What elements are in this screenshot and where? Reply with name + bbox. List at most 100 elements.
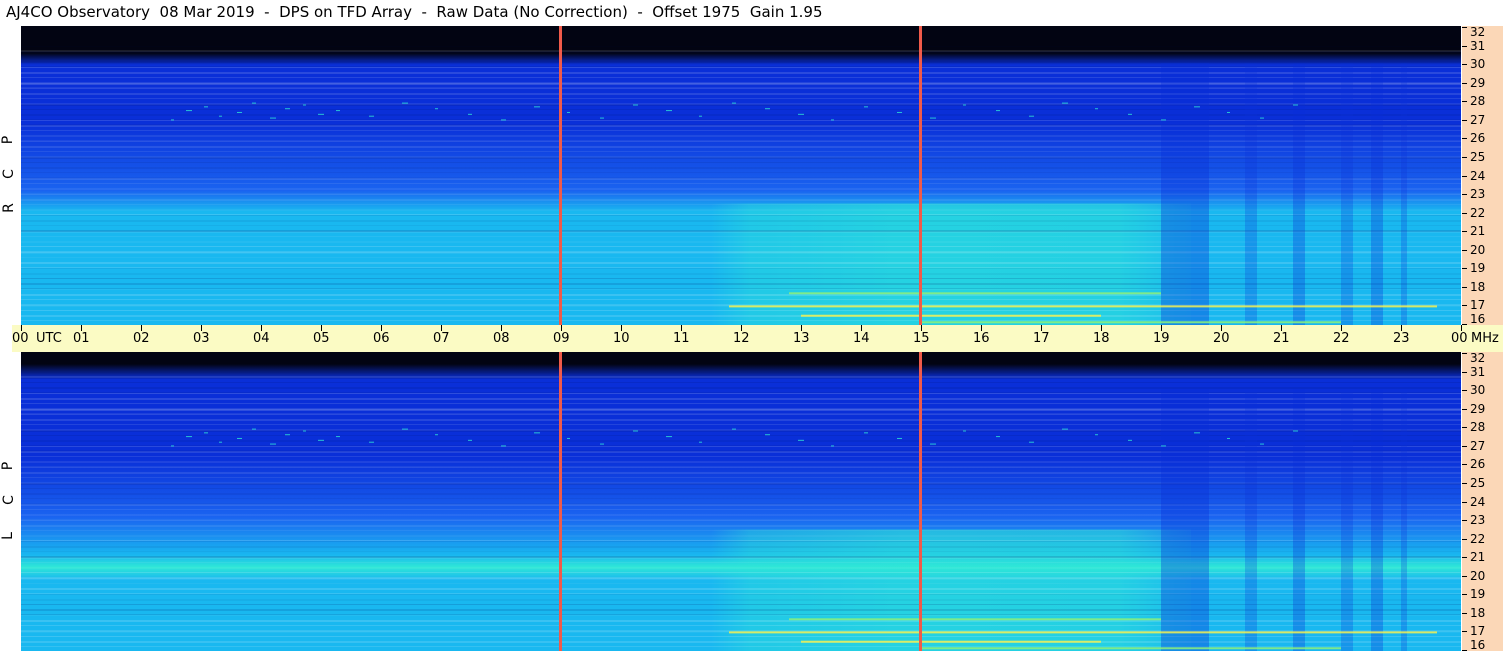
freq-tick — [1462, 390, 1467, 392]
time-label: 04 — [253, 331, 270, 346]
speckle — [798, 113, 804, 115]
time-label: 19 — [1153, 331, 1170, 346]
freq-tick — [1462, 101, 1467, 103]
rcp-frequency-axis: 32 31 30 29 28 27 26 25 24 23 22 21 20 19 18 17 16 — [1462, 26, 1503, 325]
speckle — [1260, 117, 1264, 119]
rcp-label: P C R — [0, 120, 20, 230]
freq-tick — [1462, 249, 1467, 251]
speckle — [369, 115, 374, 117]
freq-label: 21 — [1470, 224, 1486, 239]
freq-tick — [1462, 501, 1467, 503]
speckle — [930, 117, 936, 119]
speckle — [1194, 106, 1200, 108]
time-label: 13 — [793, 331, 810, 346]
speckle — [468, 113, 472, 115]
time-label: 03 — [193, 331, 210, 346]
freq-label: 26 — [1470, 457, 1486, 472]
time-label: 00 — [12, 331, 29, 346]
freq-label: 22 — [1470, 531, 1486, 546]
freq-tick — [1462, 631, 1467, 633]
time-marker-line — [919, 352, 922, 651]
freq-label: 26 — [1470, 131, 1486, 146]
freq-tick — [1462, 353, 1467, 354]
speckle — [204, 432, 208, 434]
freq-label: 17 — [1470, 624, 1486, 639]
speckle — [864, 106, 868, 108]
speckle — [285, 434, 290, 436]
interference-block — [1293, 389, 1305, 651]
freq-label: 23 — [1470, 187, 1486, 202]
freq-tick — [1462, 231, 1467, 233]
freq-label: 31 — [1470, 364, 1486, 379]
speckle — [336, 110, 340, 112]
freq-tick — [1462, 305, 1467, 307]
rcp-letter-p: P — [0, 135, 17, 145]
time-label: 23 — [1393, 331, 1410, 346]
speckle — [732, 102, 736, 104]
freq-tick — [1462, 482, 1467, 484]
striation — [21, 46, 1461, 47]
speckle — [963, 430, 966, 432]
speckle — [633, 104, 638, 106]
freq-tick — [1462, 575, 1467, 577]
freq-label: 29 — [1470, 401, 1486, 416]
freq-label: 19 — [1470, 587, 1486, 602]
freq-tick — [1462, 194, 1467, 196]
freq-label: 16 — [1470, 638, 1486, 652]
interference-block — [1341, 63, 1353, 325]
emission-line — [921, 647, 1341, 650]
interference-block — [1161, 63, 1209, 325]
speckle — [270, 443, 276, 445]
speckle — [567, 437, 570, 439]
speckle — [318, 113, 324, 115]
striation — [21, 382, 1461, 383]
freq-label: 32 — [1470, 351, 1486, 365]
speckle — [897, 111, 902, 113]
freq-tick — [1462, 594, 1467, 596]
freq-label: 27 — [1470, 112, 1486, 127]
speckle — [699, 441, 702, 443]
speckle — [1227, 437, 1230, 439]
time-label: 08 — [493, 331, 510, 346]
speckle — [270, 117, 276, 119]
freq-label: 21 — [1470, 550, 1486, 565]
freq-tick — [1462, 138, 1467, 140]
speckle — [765, 108, 770, 110]
rcp-letter-r: R — [0, 203, 17, 213]
lcp-frequency-axis: 32 31 30 29 28 27 26 25 24 23 22 21 20 19 18 17 16 — [1462, 352, 1503, 651]
freq-tick — [1462, 371, 1467, 373]
freq-tick — [1462, 650, 1467, 651]
freq-label: 20 — [1470, 568, 1486, 583]
lcp-letter-c: C — [0, 495, 17, 505]
freq-tick — [1462, 427, 1467, 429]
speckle — [501, 445, 506, 447]
speckle — [1062, 102, 1068, 104]
speckle — [303, 104, 306, 106]
freq-tick — [1462, 45, 1467, 47]
speckle — [501, 119, 506, 121]
lcp-label: P C L — [0, 450, 20, 560]
speckle — [468, 439, 472, 441]
freq-label: 27 — [1470, 438, 1486, 453]
time-label: 05 — [313, 331, 330, 346]
time-axis-utc-label: UTC — [36, 331, 62, 346]
speckle — [237, 111, 242, 113]
speckle — [699, 115, 702, 117]
emission-line — [729, 305, 1437, 308]
time-label: 15 — [913, 331, 930, 346]
freq-label: 18 — [1470, 605, 1486, 620]
lcp-letter-l: L — [0, 532, 16, 540]
speckle — [1095, 434, 1098, 436]
speckle — [186, 110, 192, 112]
time-label: 10 — [613, 331, 630, 346]
striation — [21, 56, 1461, 57]
speckle — [534, 432, 540, 434]
freq-tick — [1462, 464, 1467, 466]
speckle — [318, 439, 324, 441]
time-label: 00 — [1451, 331, 1468, 346]
freq-label: 24 — [1470, 168, 1486, 183]
speckle — [402, 102, 408, 104]
speckle — [1128, 439, 1132, 441]
freq-tick — [1462, 156, 1467, 158]
speckle — [171, 119, 174, 121]
